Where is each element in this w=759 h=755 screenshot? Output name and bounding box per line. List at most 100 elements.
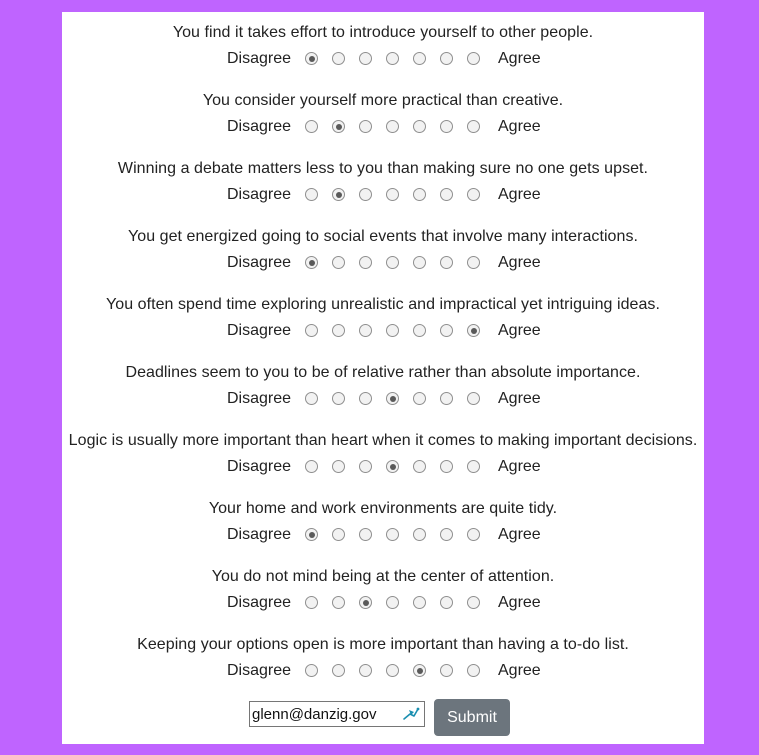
likert-option-7[interactable]: [467, 664, 480, 677]
likert-option-1[interactable]: [305, 120, 318, 133]
likert-option-7[interactable]: [467, 392, 480, 405]
likert-option-3[interactable]: [359, 324, 372, 337]
likert-scale: Disagree Agree: [62, 116, 704, 140]
likert-option-3[interactable]: [359, 664, 372, 677]
agree-label: Agree: [498, 254, 541, 271]
question-item: You consider yourself more practical tha…: [62, 86, 704, 154]
likert-option-4[interactable]: [386, 392, 399, 405]
likert-option-3[interactable]: [359, 596, 372, 609]
likert-option-1[interactable]: [305, 528, 318, 541]
likert-option-6[interactable]: [440, 460, 453, 473]
likert-scale: Disagree Agree: [62, 592, 704, 616]
likert-option-1[interactable]: [305, 664, 318, 677]
likert-option-7[interactable]: [467, 256, 480, 269]
disagree-label: Disagree: [227, 526, 292, 543]
likert-option-6[interactable]: [440, 188, 453, 201]
likert-option-5[interactable]: [413, 664, 426, 677]
submit-row: Submit: [62, 699, 704, 737]
question-text: Your home and work environments are quit…: [208, 500, 558, 517]
likert-option-2[interactable]: [332, 120, 345, 133]
password-manager-icon[interactable]: [402, 706, 420, 722]
agree-label: Agree: [498, 186, 541, 203]
disagree-label: Disagree: [227, 390, 292, 407]
likert-option-5[interactable]: [413, 52, 426, 65]
likert-option-1[interactable]: [305, 324, 318, 337]
likert-option-1[interactable]: [305, 256, 318, 269]
likert-scale: Disagree Agree: [62, 524, 704, 548]
likert-option-4[interactable]: [386, 528, 399, 541]
likert-option-4[interactable]: [386, 256, 399, 269]
likert-option-5[interactable]: [413, 256, 426, 269]
question-item: Your home and work environments are quit…: [62, 494, 704, 562]
question-item: Winning a debate matters less to you tha…: [62, 154, 704, 222]
email-input[interactable]: [249, 701, 425, 727]
likert-option-4[interactable]: [386, 120, 399, 133]
likert-option-6[interactable]: [440, 528, 453, 541]
likert-option-4[interactable]: [386, 188, 399, 201]
likert-option-2[interactable]: [332, 188, 345, 201]
question-text: You do not mind being at the center of a…: [211, 568, 555, 585]
likert-option-1[interactable]: [305, 460, 318, 473]
likert-option-1[interactable]: [305, 392, 318, 405]
likert-option-5[interactable]: [413, 392, 426, 405]
likert-option-1[interactable]: [305, 188, 318, 201]
likert-option-5[interactable]: [413, 324, 426, 337]
likert-option-2[interactable]: [332, 256, 345, 269]
disagree-label: Disagree: [227, 50, 292, 67]
likert-option-5[interactable]: [413, 120, 426, 133]
question-item: You find it takes effort to introduce yo…: [62, 18, 704, 86]
likert-option-6[interactable]: [440, 324, 453, 337]
likert-option-7[interactable]: [467, 188, 480, 201]
likert-option-6[interactable]: [440, 596, 453, 609]
likert-option-2[interactable]: [332, 460, 345, 473]
likert-option-3[interactable]: [359, 392, 372, 405]
likert-option-2[interactable]: [332, 392, 345, 405]
likert-option-7[interactable]: [467, 52, 480, 65]
likert-option-7[interactable]: [467, 460, 480, 473]
likert-option-3[interactable]: [359, 52, 372, 65]
likert-option-2[interactable]: [332, 664, 345, 677]
likert-option-4[interactable]: [386, 596, 399, 609]
submit-button[interactable]: Submit: [434, 699, 510, 736]
likert-option-6[interactable]: [440, 120, 453, 133]
likert-option-4[interactable]: [386, 460, 399, 473]
survey-panel: You find it takes effort to introduce yo…: [62, 12, 704, 744]
question-text: You find it takes effort to introduce yo…: [172, 24, 594, 41]
likert-option-5[interactable]: [413, 528, 426, 541]
disagree-label: Disagree: [227, 254, 292, 271]
likert-option-5[interactable]: [413, 460, 426, 473]
likert-scale: Disagree Agree: [62, 388, 704, 412]
likert-option-7[interactable]: [467, 528, 480, 541]
likert-option-7[interactable]: [467, 324, 480, 337]
likert-option-4[interactable]: [386, 664, 399, 677]
likert-option-5[interactable]: [413, 188, 426, 201]
likert-option-6[interactable]: [440, 256, 453, 269]
likert-option-7[interactable]: [467, 596, 480, 609]
likert-option-5[interactable]: [413, 596, 426, 609]
likert-option-2[interactable]: [332, 528, 345, 541]
agree-label: Agree: [498, 594, 541, 611]
likert-option-1[interactable]: [305, 596, 318, 609]
likert-option-3[interactable]: [359, 460, 372, 473]
likert-option-6[interactable]: [440, 392, 453, 405]
likert-option-1[interactable]: [305, 52, 318, 65]
likert-option-6[interactable]: [440, 664, 453, 677]
likert-option-2[interactable]: [332, 596, 345, 609]
likert-option-3[interactable]: [359, 188, 372, 201]
question-item: You often spend time exploring unrealist…: [62, 290, 704, 358]
likert-scale: Disagree Agree: [62, 184, 704, 208]
likert-option-2[interactable]: [332, 324, 345, 337]
disagree-label: Disagree: [227, 322, 292, 339]
likert-option-3[interactable]: [359, 256, 372, 269]
likert-option-3[interactable]: [359, 528, 372, 541]
likert-option-2[interactable]: [332, 52, 345, 65]
question-item: Keeping your options open is more import…: [62, 630, 704, 698]
likert-option-4[interactable]: [386, 324, 399, 337]
likert-option-6[interactable]: [440, 52, 453, 65]
likert-option-4[interactable]: [386, 52, 399, 65]
disagree-label: Disagree: [227, 662, 292, 679]
likert-scale: Disagree Agree: [62, 456, 704, 480]
likert-option-3[interactable]: [359, 120, 372, 133]
likert-option-7[interactable]: [467, 120, 480, 133]
question-text: You often spend time exploring unrealist…: [106, 296, 660, 313]
